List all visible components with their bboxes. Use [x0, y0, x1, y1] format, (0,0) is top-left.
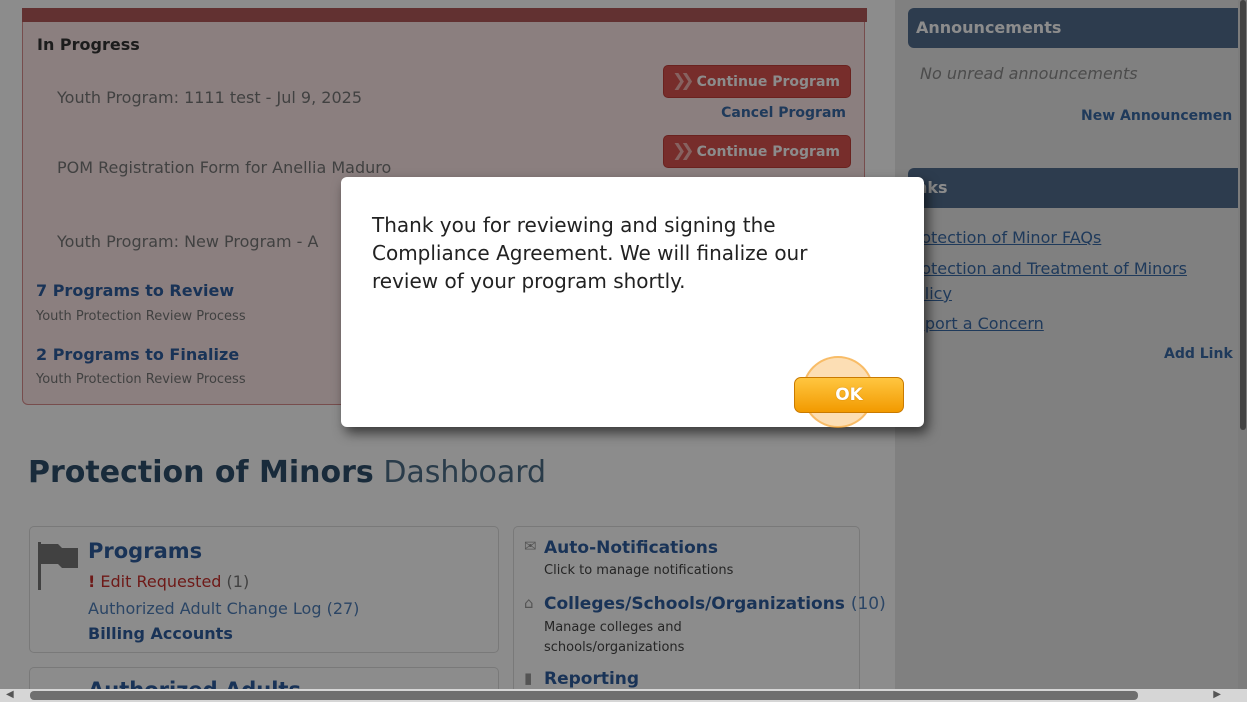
horizontal-scrollbar[interactable]: ◀ ▶ — [0, 689, 1247, 702]
ok-button[interactable]: OK — [794, 377, 904, 413]
scroll-left-arrow-icon[interactable]: ◀ — [6, 689, 14, 700]
scroll-right-arrow-icon[interactable]: ▶ — [1213, 689, 1221, 700]
confirmation-dialog: Thank you for reviewing and signing the … — [341, 177, 924, 428]
horizontal-scroll-thumb[interactable] — [30, 691, 1138, 700]
dialog-message: Thank you for reviewing and signing the … — [372, 213, 808, 293]
